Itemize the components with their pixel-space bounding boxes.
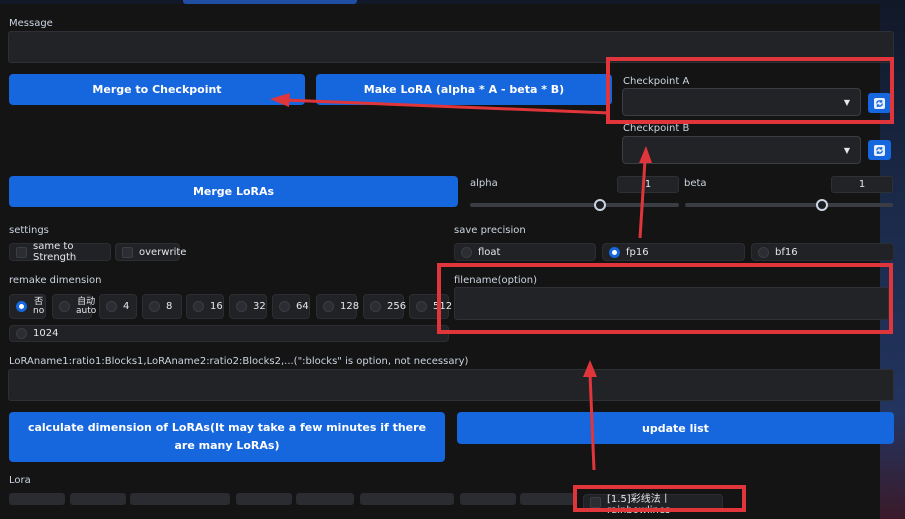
arrowhead-icon	[639, 146, 652, 163]
annotation-arrows	[270, 93, 652, 471]
arrow-to-filename	[588, 373, 596, 471]
arrowhead-icon	[583, 360, 597, 377]
arrowhead-icon	[270, 93, 290, 107]
arrow-to-merge-checkpoint	[283, 98, 611, 115]
arrow-to-checkpoint-b	[638, 159, 647, 239]
